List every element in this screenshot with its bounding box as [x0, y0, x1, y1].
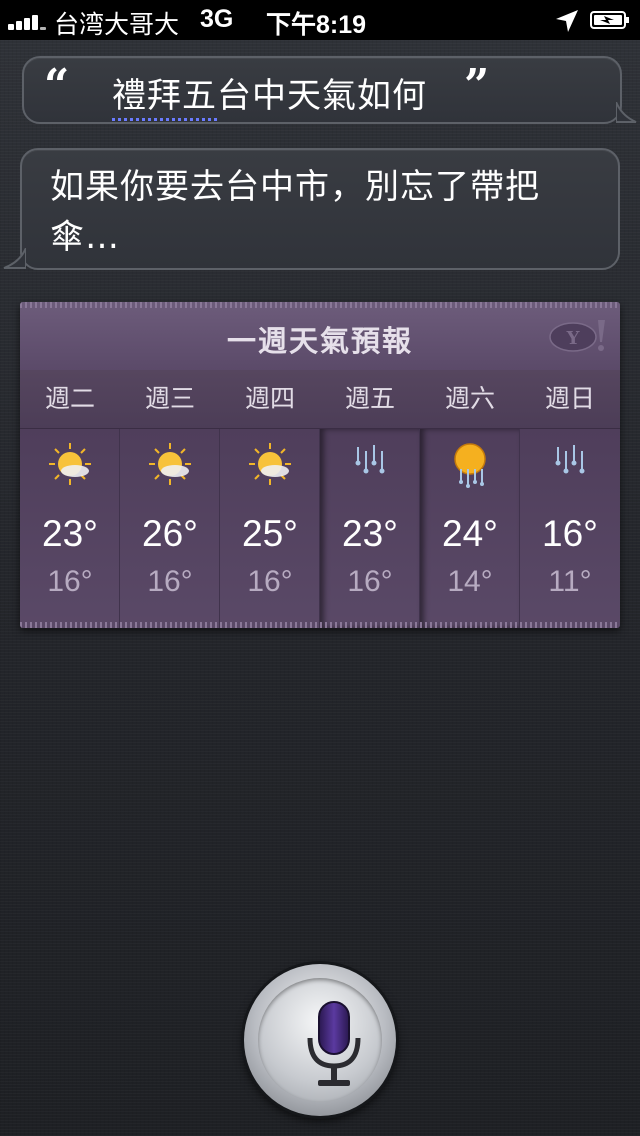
location-arrow-icon: [556, 10, 578, 32]
close-quote: ”: [464, 60, 490, 111]
forecast-day: 16° 11°: [520, 429, 620, 628]
day-label: 週四: [244, 384, 295, 413]
user-query-text[interactable]: 禮拜五台中天氣如何: [112, 68, 427, 121]
low-temp: 16°: [347, 565, 393, 598]
yahoo-logo: Y: [549, 320, 605, 352]
low-temp: 16°: [247, 565, 293, 598]
siri-response-text: 如果你要去台中市，別忘了帶把傘…: [50, 167, 540, 257]
day-label: 週六: [444, 384, 495, 413]
svg-text:Y: Y: [566, 328, 581, 349]
open-quote: “: [44, 60, 70, 111]
high-temp: 16°: [542, 513, 598, 554]
low-temp: 16°: [147, 565, 193, 598]
user-speech-bubble[interactable]: “ 禮拜五台中天氣如何 ”: [22, 56, 637, 124]
bubble-tail: [3, 248, 26, 269]
siri-response-bubble: 如果你要去台中市，別忘了帶把傘…: [3, 148, 620, 270]
siri-mic-button[interactable]: [244, 964, 396, 1116]
bubble-tail: [616, 102, 637, 123]
rain-icon: [355, 445, 385, 474]
rain-icon: [555, 445, 585, 474]
forecast-columns: 23° 16° 26° 16° 25° 16° 23° 16° 24° 14° …: [20, 429, 620, 628]
high-temp: 24°: [442, 513, 498, 554]
mic-button-face[interactable]: [258, 978, 382, 1102]
forecast-day: 23° 16°: [320, 429, 420, 628]
weather-forecast-card[interactable]: 一週天氣預報 Y 週二 週三 週四 週五 週六 週日 23° 16° 26° 1…: [20, 302, 620, 628]
battery-charging-icon: [590, 11, 629, 29]
day-label: 週二: [44, 384, 95, 413]
user-query-rest: 台中天氣如何: [217, 76, 427, 116]
day-label: 週三: [144, 384, 195, 413]
partly-cloudy-icon: [49, 443, 91, 485]
high-temp: 25°: [242, 513, 298, 554]
status-time: 下午8:19: [266, 11, 367, 39]
microphone-icon: [307, 1001, 361, 1086]
carrier-name: 台湾大哥大: [54, 11, 180, 39]
day-label: 週日: [544, 384, 595, 413]
forecast-day: 23° 16°: [20, 429, 120, 628]
weather-card-header: 一週天氣預報 Y: [20, 302, 620, 371]
day-label: 週五: [344, 384, 395, 413]
low-temp: 14°: [447, 565, 493, 598]
forecast-day: 25° 16°: [220, 429, 320, 628]
partly-cloudy-icon: [249, 443, 291, 485]
high-temp: 23°: [342, 513, 398, 554]
high-temp: 26°: [142, 513, 198, 554]
partly-cloudy-icon: [149, 443, 191, 485]
weather-card-title: 一週天氣預報: [226, 324, 413, 358]
signal-bars-icon: [8, 12, 48, 30]
forecast-day-labels: 週二 週三 週四 週五 週六 週日: [20, 370, 620, 429]
status-bar: 台湾大哥大 3G 下午8:19: [0, 0, 640, 40]
low-temp: 16°: [47, 565, 93, 598]
low-temp: 11°: [548, 565, 592, 598]
corrected-word[interactable]: 禮拜五: [112, 76, 217, 121]
forecast-day: 26° 16°: [120, 429, 220, 628]
network-type: 3G: [200, 5, 234, 33]
high-temp: 23°: [42, 513, 98, 554]
sun-rain-icon: [454, 443, 486, 488]
forecast-day: 24° 14°: [420, 429, 520, 628]
